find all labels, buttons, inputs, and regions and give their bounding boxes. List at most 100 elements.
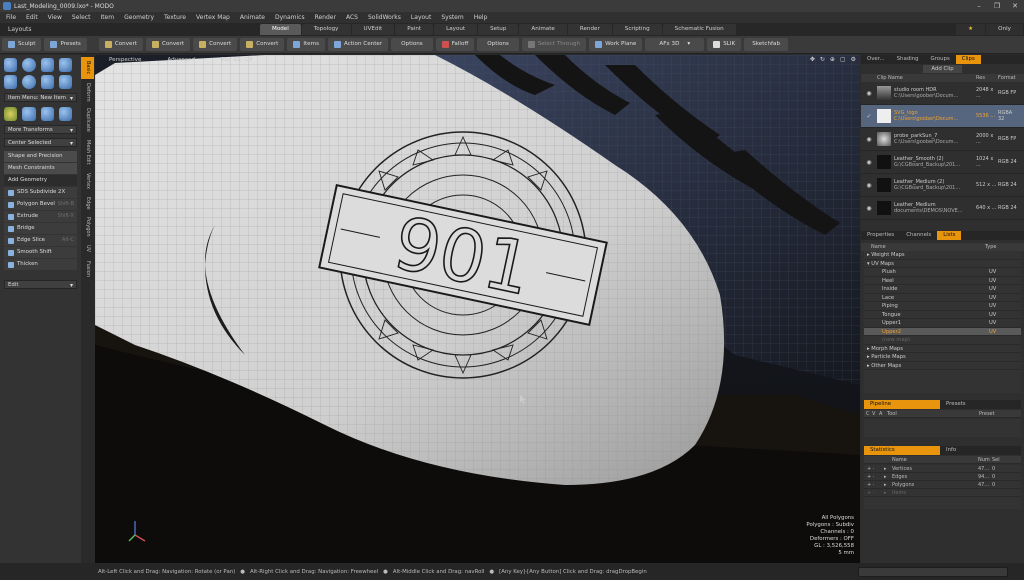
tree-row-new-map[interactable]: (new map) [864, 336, 1021, 345]
sidetab-duplicate[interactable]: Duplicate [81, 105, 94, 135]
clip-row[interactable]: ◉ Leather_Smooth (2) G:\CGBoard_Backup\20… [861, 151, 1024, 174]
cone-icon[interactable] [58, 58, 72, 72]
pan-icon[interactable]: ✥ [810, 56, 815, 63]
tab-properties[interactable]: Properties [861, 231, 900, 240]
move-icon[interactable] [4, 107, 18, 121]
convert-button-1[interactable]: Convert [98, 38, 143, 51]
tab-pipeline[interactable]: Pipeline [864, 400, 940, 409]
clip-row[interactable]: ◉ studio room HDR C:\Users\goober\Docum..… [861, 82, 1024, 105]
transform-icon[interactable] [58, 107, 72, 121]
ray-gl-toggle[interactable]: Ray GL: Off [221, 57, 253, 63]
check-icon[interactable]: ✓ [861, 113, 877, 120]
tab-scripting[interactable]: Scripting [612, 24, 662, 35]
eye-icon[interactable]: ◉ [861, 136, 877, 143]
select-through-button[interactable]: Select Through [521, 38, 587, 51]
menu-acs[interactable]: ACS [346, 14, 358, 21]
tab-info[interactable]: Info [940, 446, 962, 455]
stat-row-polygons[interactable]: + · ▸ Polygons 47... 0 [864, 481, 1021, 489]
menu-layout[interactable]: Layout [411, 14, 431, 21]
tree-row[interactable]: ▸ Morph Maps [864, 345, 1021, 353]
tool-edge-slice[interactable]: Edge Slice Alt-C [4, 235, 77, 246]
tab-groups[interactable]: Groups [925, 55, 956, 64]
eye-icon[interactable]: ◉ [861, 159, 877, 166]
tab-clips[interactable]: Clips [955, 55, 981, 64]
cylinder-icon[interactable] [40, 58, 54, 72]
convert-button-2[interactable]: Convert [145, 38, 191, 51]
tab-shading[interactable]: Shading [891, 55, 925, 64]
clip-row[interactable]: ◉ probe_parkSun_7 C:\Users\goober\Docum..… [861, 128, 1024, 151]
sidetab-mesh-edit[interactable]: Mesh Edit [81, 136, 94, 168]
tab-render[interactable]: Render [567, 24, 612, 35]
view-shading-dropdown[interactable]: Advanced [167, 57, 195, 63]
menu-item[interactable]: Item [100, 14, 114, 21]
scale-icon[interactable] [40, 107, 54, 121]
tree-row[interactable]: ▸ Other Maps [864, 362, 1021, 370]
menu-solidworks[interactable]: SolidWorks [368, 14, 401, 21]
falloff-options-button[interactable]: Options [477, 38, 519, 51]
menu-system[interactable]: System [441, 14, 463, 21]
items-button[interactable]: Items [287, 38, 325, 51]
view-settings-icon[interactable]: ⚙ [851, 56, 856, 63]
work-plane-button[interactable]: Work Plane [589, 38, 643, 51]
sidetab-edge[interactable]: Edge [81, 194, 94, 212]
afx-3d-dropdown[interactable]: AFx 3D ▾ [645, 38, 705, 51]
eye-icon[interactable]: ◉ [861, 90, 877, 97]
stat-row-edges[interactable]: + · ▸ Edges 94... 0 [864, 473, 1021, 481]
command-input[interactable] [858, 566, 1008, 577]
falloff-button[interactable]: Falloff [435, 38, 475, 51]
tree-row[interactable]: Heel UV [864, 277, 1021, 285]
tree-row[interactable]: ▸ Weight Maps [864, 251, 1021, 260]
center-selected-dropdown[interactable]: Center Selected [4, 138, 77, 148]
tab-overview[interactable]: Over... [861, 55, 891, 64]
favorite-star-icon[interactable]: ★ [956, 24, 986, 35]
menu-vertex-map[interactable]: Vertex Map [196, 14, 230, 21]
tree-row[interactable]: Inside UV [864, 285, 1021, 294]
menu-edit[interactable]: Edit [26, 14, 38, 21]
tool-thicken[interactable]: Thicken [4, 259, 77, 270]
tree-row[interactable]: Piping UV [864, 302, 1021, 311]
tab-schematic-fusion[interactable]: Schematic Fusion [662, 24, 736, 35]
tab-channels[interactable]: Channels [900, 231, 937, 240]
eye-icon[interactable]: ◉ [861, 182, 877, 189]
sphere-icon[interactable] [22, 58, 36, 72]
menu-render[interactable]: Render [315, 14, 336, 21]
close-button[interactable]: ✕ [1006, 0, 1024, 12]
menu-dynamics[interactable]: Dynamics [275, 14, 305, 21]
tab-lists[interactable]: Lists [937, 231, 962, 240]
minimize-button[interactable]: – [970, 0, 988, 12]
sidetab-deform[interactable]: Deform [81, 80, 94, 104]
tab-presets[interactable]: Presets [940, 400, 972, 409]
zoom-icon[interactable]: ⊕ [830, 56, 835, 63]
tree-row[interactable]: Tongue UV [864, 311, 1021, 319]
add-geometry-group[interactable]: Add Geometry [4, 175, 77, 186]
menu-help[interactable]: Help [474, 14, 488, 21]
shape-and-precision-group[interactable]: Shape and Precision [4, 151, 77, 162]
tool-sds-subdivide[interactable]: SDS Subdivide 2X [4, 187, 77, 198]
stat-row-vertices[interactable]: + · ▸ Vertices 47... 0 [864, 465, 1021, 473]
layouts-menu[interactable]: Layouts [0, 26, 70, 33]
menu-animate[interactable]: Animate [240, 14, 265, 21]
clip-row[interactable]: ◉ Leather_Medium (2) G:\CGBoard_Backup\20… [861, 174, 1024, 197]
stat-row-items[interactable]: + · ▸ Items [864, 489, 1021, 497]
tab-model[interactable]: Model [260, 24, 301, 35]
3d-viewport[interactable]: 901 Perspective Advanced Ray GL: Off ✥ ↻… [95, 55, 860, 563]
pen-icon[interactable] [40, 75, 54, 89]
tree-row[interactable]: ▸ Particle Maps [864, 353, 1021, 362]
capsule-icon[interactable] [4, 75, 18, 89]
tab-setup[interactable]: Setup [478, 24, 519, 35]
tree-row[interactable]: ▾ UV Maps [864, 260, 1021, 268]
sketchfab-button[interactable]: Sketchfab [744, 38, 788, 51]
tab-uvedit[interactable]: UVEdit [351, 24, 395, 35]
sculpt-button[interactable]: Sculpt [2, 38, 42, 51]
presets-button[interactable]: Presets [44, 38, 87, 51]
add-clip-button[interactable]: Add Clip [923, 65, 962, 73]
mesh-constraints-group[interactable]: Mesh Constraints [4, 163, 77, 174]
slik-button[interactable]: SLIK [707, 38, 742, 51]
torus-icon[interactable] [22, 75, 36, 89]
menu-geometry[interactable]: Geometry [124, 14, 154, 21]
tool-polygon-bevel[interactable]: Polygon Bevel Shift-B [4, 199, 77, 210]
cube-icon[interactable] [4, 58, 18, 72]
menu-select[interactable]: Select [72, 14, 91, 21]
sidetab-uv[interactable]: UV [81, 242, 94, 256]
tab-statistics[interactable]: Statistics [864, 446, 940, 455]
